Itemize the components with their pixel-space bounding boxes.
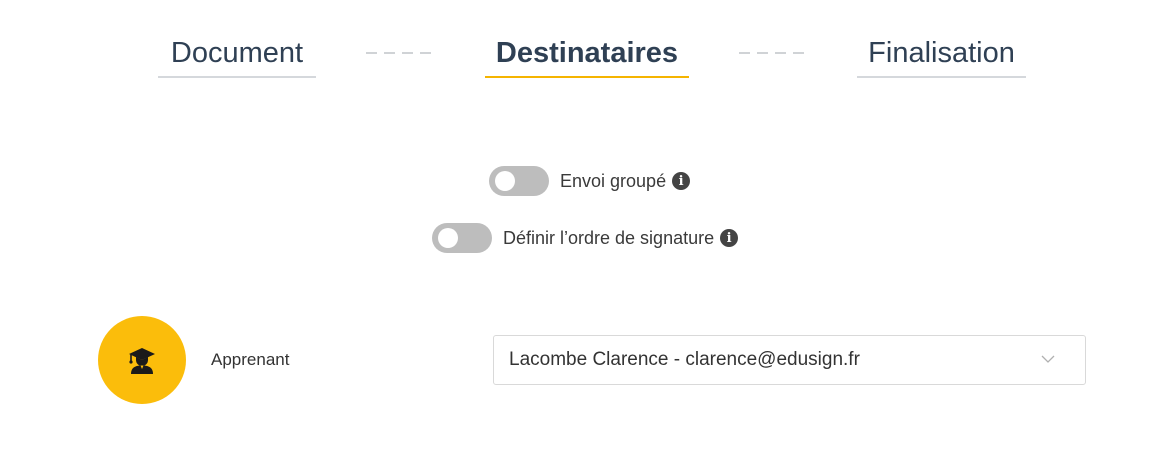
- graduate-icon: [129, 348, 155, 374]
- step-separator: [739, 52, 811, 54]
- info-icon[interactable]: i: [720, 229, 739, 247]
- grouped-send-option: Envoi groupé i: [489, 165, 691, 197]
- chevron-down-icon: [1041, 355, 1055, 363]
- signature-order-toggle[interactable]: [432, 223, 492, 253]
- recipient-avatar: [98, 316, 186, 404]
- recipient-select-value: Lacombe Clarence - clarence@edusign.fr: [509, 349, 860, 370]
- step-separator: [366, 52, 438, 54]
- info-icon[interactable]: i: [672, 172, 691, 190]
- signature-order-option: Définir l’ordre de signature i: [432, 222, 739, 254]
- toggle-knob: [438, 228, 458, 248]
- signature-order-label: Définir l’ordre de signature: [503, 227, 715, 248]
- step-finalisation[interactable]: Finalisation: [857, 34, 1026, 78]
- step-destinataires[interactable]: Destinataires: [485, 34, 689, 78]
- recipient-select[interactable]: Lacombe Clarence - clarence@edusign.fr: [493, 335, 1086, 385]
- grouped-send-toggle[interactable]: [489, 166, 549, 196]
- stepper: Document Destinataires Finalisation: [0, 0, 1155, 90]
- step-document[interactable]: Document: [158, 34, 316, 78]
- grouped-send-label: Envoi groupé: [560, 170, 667, 191]
- recipient-role-label: Apprenant: [211, 350, 290, 369]
- toggle-knob: [495, 171, 515, 191]
